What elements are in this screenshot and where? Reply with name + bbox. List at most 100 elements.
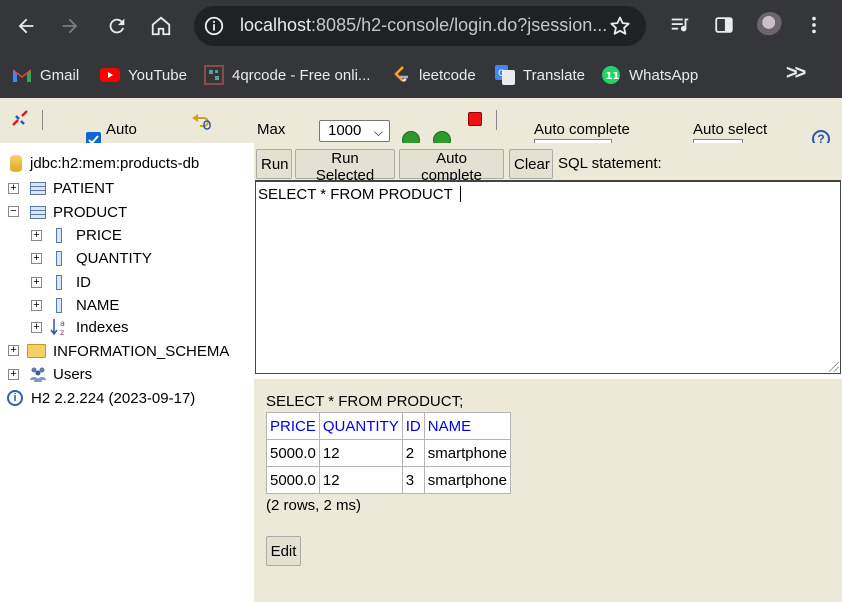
- result-table: PRICE QUANTITY ID NAME 5000.0 12 2 smart…: [266, 412, 511, 494]
- svg-text:a: a: [60, 319, 65, 328]
- kebab-menu-icon[interactable]: [801, 12, 827, 38]
- clear-button[interactable]: Clear: [509, 149, 553, 179]
- table-cell: smartphone: [423, 439, 511, 467]
- tree-users[interactable]: Users: [29, 364, 92, 384]
- profile-avatar[interactable]: [757, 12, 783, 38]
- result-panel: SELECT * FROM PRODUCT; PRICE QUANTITY ID…: [254, 379, 842, 602]
- arrow-right-icon: [62, 18, 78, 34]
- query-button-bar: Run Run Selected Auto complete Clear SQL…: [254, 143, 842, 184]
- result-summary: (2 rows, 2 ms): [266, 497, 362, 514]
- expand-plus-icon[interactable]: +: [31, 277, 42, 288]
- table-cell: 12: [318, 466, 403, 494]
- google-translate-icon: G: [495, 65, 515, 85]
- rollback-icon[interactable]: [190, 111, 212, 131]
- table-cell: 2: [401, 439, 425, 467]
- bookmark-4qrcode[interactable]: 4qrcode - Free onli...: [204, 62, 370, 88]
- bookmark-gmail[interactable]: Gmail: [12, 62, 79, 88]
- column-header-quantity[interactable]: QUANTITY: [318, 412, 403, 440]
- folder-icon: [27, 344, 46, 358]
- schema-tree: jdbc:h2:mem:products-db + PATIENT − PROD…: [0, 143, 254, 602]
- collapse-minus-icon[interactable]: −: [8, 206, 19, 217]
- side-panel-icon[interactable]: [711, 12, 737, 38]
- bookmark-translate[interactable]: G Translate: [495, 62, 585, 88]
- tree-connection[interactable]: jdbc:h2:mem:products-db: [10, 153, 199, 173]
- sql-text: SELECT * FROM PRODUCT: [258, 186, 461, 203]
- run-icon[interactable]: [402, 131, 420, 143]
- info-icon: i: [7, 390, 23, 406]
- tree-column-id[interactable]: ID: [56, 272, 91, 292]
- reload-icon: [109, 18, 125, 34]
- arrow-left-icon: [18, 18, 34, 34]
- site-info-icon[interactable]: [203, 15, 225, 37]
- expand-plus-icon[interactable]: +: [31, 230, 42, 241]
- home-icon: [151, 16, 171, 36]
- tree-table-product[interactable]: PRODUCT: [30, 202, 127, 222]
- expand-plus-icon[interactable]: +: [8, 369, 19, 380]
- media-control-icon[interactable]: [667, 12, 693, 38]
- toolbar-separator: [42, 110, 43, 130]
- disconnect-icon[interactable]: [10, 110, 30, 130]
- reload-button[interactable]: [101, 10, 133, 42]
- run-selected-icon[interactable]: [433, 131, 451, 143]
- max-rows-select[interactable]: 1000 ⌵: [319, 120, 390, 142]
- svg-text:G: G: [498, 69, 505, 79]
- expand-plus-icon[interactable]: +: [31, 253, 42, 264]
- auto-select-label: Auto select: [693, 121, 768, 138]
- home-button[interactable]: [145, 10, 177, 42]
- max-rows-label: Max: [257, 121, 286, 138]
- auto-commit-checkbox[interactable]: [86, 132, 101, 143]
- tree-column-name[interactable]: NAME: [56, 295, 119, 315]
- column-header-id[interactable]: ID: [401, 412, 425, 440]
- sql-editor[interactable]: SELECT * FROM PRODUCT: [255, 180, 841, 374]
- h2-toolbar: Auto Max 1000 ⌵ Auto complete Auto selec…: [0, 98, 842, 143]
- help-icon[interactable]: ?: [812, 130, 830, 143]
- tree-column-quantity[interactable]: QUANTITY: [56, 248, 152, 268]
- tree-information-schema[interactable]: INFORMATION_SCHEMA: [27, 341, 229, 361]
- auto-complete-button[interactable]: Auto complete: [399, 149, 504, 184]
- expand-plus-icon[interactable]: +: [31, 300, 42, 311]
- stop-icon[interactable]: [468, 112, 482, 126]
- column-header-price[interactable]: PRICE: [266, 412, 320, 440]
- table-row: 5000.0 12 2 smartphone: [266, 439, 511, 467]
- expand-plus-icon[interactable]: +: [31, 322, 42, 333]
- tree-version: i H2 2.2.224 (2023-09-17): [7, 388, 195, 408]
- bookmark-whatsapp[interactable]: 11 WhatsApp: [601, 62, 698, 88]
- auto-commit-label: Auto: [106, 121, 137, 138]
- more-bookmarks-icon[interactable]: >>: [786, 62, 806, 85]
- table-icon: [30, 181, 46, 195]
- bookmark-youtube[interactable]: YouTube: [100, 62, 187, 88]
- table-header-row: PRICE QUANTITY ID NAME: [266, 412, 511, 440]
- column-icon: [56, 297, 62, 313]
- gmail-icon: [13, 69, 31, 82]
- tree-table-patient[interactable]: PATIENT: [30, 178, 114, 198]
- resize-grip-icon[interactable]: [829, 362, 839, 372]
- tree-column-price[interactable]: PRICE: [56, 225, 122, 245]
- edit-button[interactable]: Edit: [266, 536, 301, 566]
- table-row: 5000.0 12 3 smartphone: [266, 466, 511, 494]
- whatsapp-icon: 11: [602, 66, 620, 84]
- text-caret: [459, 186, 461, 202]
- svg-text:z: z: [60, 328, 64, 336]
- executed-statement: SELECT * FROM PRODUCT;: [266, 393, 464, 410]
- table-cell: 5000.0: [266, 439, 320, 467]
- table-cell: smartphone: [423, 466, 511, 494]
- column-icon: [56, 274, 62, 290]
- chevron-down-icon: ⌵: [373, 125, 383, 139]
- expand-plus-icon[interactable]: +: [8, 345, 19, 356]
- bookmark-leetcode[interactable]: leetcode: [391, 62, 476, 88]
- table-cell: 12: [318, 439, 403, 467]
- run-selected-button[interactable]: Run Selected: [295, 149, 395, 184]
- sort-az-icon: az: [50, 318, 70, 337]
- sql-statement-label: SQL statement:: [558, 155, 662, 172]
- bookmark-star-icon[interactable]: [608, 14, 632, 38]
- address-bar[interactable]: localhost:8085/h2-console/login.do?jsess…: [194, 6, 646, 46]
- tree-indexes[interactable]: az Indexes: [50, 317, 129, 337]
- auto-complete-label: Auto complete: [534, 121, 630, 138]
- expand-plus-icon[interactable]: +: [8, 183, 19, 194]
- forward-button[interactable]: [54, 10, 86, 42]
- users-icon: [29, 366, 47, 382]
- database-icon: [10, 154, 22, 172]
- column-header-name[interactable]: NAME: [423, 412, 511, 440]
- run-button[interactable]: Run: [256, 149, 292, 179]
- back-button[interactable]: [10, 10, 42, 42]
